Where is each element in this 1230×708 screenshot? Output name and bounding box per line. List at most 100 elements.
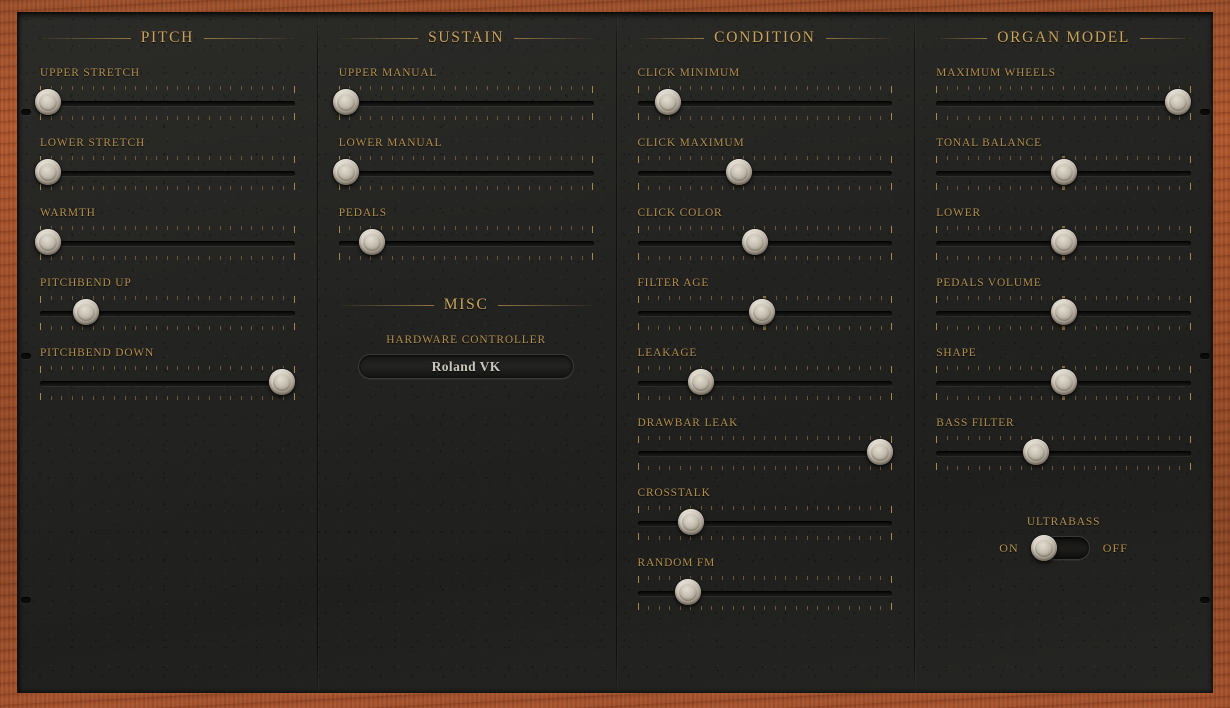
slider-knob[interactable] — [72, 299, 99, 325]
slider-knob[interactable] — [1050, 159, 1077, 185]
slider-control[interactable] — [936, 156, 1191, 190]
slider-control[interactable] — [637, 156, 893, 190]
slider-control[interactable] — [637, 226, 893, 260]
slider-track[interactable] — [637, 171, 893, 176]
tick-mark — [156, 256, 158, 260]
slider-knob[interactable] — [34, 159, 61, 185]
slider-track[interactable] — [637, 521, 893, 526]
slider-control[interactable] — [333, 86, 594, 120]
tick-mark — [946, 116, 948, 120]
slider-knob[interactable] — [749, 299, 776, 325]
slider-knob[interactable] — [34, 229, 61, 255]
slider-knob[interactable] — [655, 89, 682, 115]
slider-track[interactable] — [40, 171, 295, 176]
tick-mark — [40, 323, 41, 330]
tick-mark — [1147, 366, 1149, 370]
tick-mark — [1168, 256, 1170, 260]
slider-track[interactable] — [40, 241, 295, 246]
tick-mark — [412, 86, 414, 90]
tick-mark — [230, 296, 232, 300]
slider-control[interactable] — [338, 226, 594, 260]
tick-mark — [817, 296, 819, 300]
tick-mark — [486, 86, 488, 90]
slider-knob[interactable] — [1022, 439, 1049, 465]
slider-control[interactable] — [936, 366, 1191, 400]
tick-mark — [880, 156, 882, 160]
slider-track[interactable] — [338, 101, 594, 106]
slider-track[interactable] — [40, 381, 295, 386]
tick-mark — [1041, 366, 1043, 370]
tick-mark — [817, 466, 819, 470]
slider-track[interactable] — [338, 171, 594, 176]
slider-control[interactable] — [936, 436, 1191, 470]
tick-mark — [1126, 256, 1128, 260]
slider-control[interactable] — [40, 296, 295, 330]
tick-mark — [891, 296, 893, 303]
tick-mark — [764, 606, 766, 610]
slider-knob[interactable] — [1165, 89, 1192, 115]
tick-mark — [412, 186, 414, 190]
slider-control[interactable] — [40, 366, 295, 400]
ultrabass-group: ULTRABASS ON OFF — [936, 516, 1191, 561]
slider-track[interactable] — [637, 451, 893, 456]
tick-mark — [560, 226, 562, 230]
tick-mark — [1085, 366, 1087, 370]
ultrabass-switch-knob[interactable] — [1030, 535, 1057, 561]
tick-mark — [219, 156, 221, 160]
slider-knob[interactable] — [866, 439, 893, 465]
tick-mark — [209, 296, 210, 300]
slider-knob[interactable] — [358, 229, 385, 255]
slider-control[interactable] — [333, 156, 594, 190]
header-rule-left — [40, 37, 131, 39]
slider-knob[interactable] — [675, 579, 702, 605]
tick-mark — [293, 393, 295, 400]
tick-mark — [113, 156, 115, 160]
slider-control[interactable] — [637, 86, 893, 120]
tick-mark — [412, 116, 414, 120]
slider-knob[interactable] — [1050, 229, 1077, 255]
tick-mark — [592, 226, 594, 233]
slider-row: LOWER MANUAL — [333, 137, 594, 190]
tick-mark — [806, 186, 808, 190]
tick-mark — [1074, 256, 1076, 260]
slider-control[interactable] — [34, 86, 295, 120]
slider-knob[interactable] — [1050, 299, 1077, 325]
slider-knob[interactable] — [269, 369, 295, 395]
slider-tick-rail — [637, 393, 893, 400]
slider-control[interactable] — [637, 506, 893, 540]
slider-control[interactable] — [936, 296, 1191, 330]
tick-mark — [1030, 156, 1032, 160]
ultrabass-switch[interactable] — [1030, 535, 1090, 561]
slider-track[interactable] — [637, 381, 893, 386]
slider-track[interactable] — [40, 101, 295, 106]
slider-knob[interactable] — [34, 89, 61, 115]
slider-knob[interactable] — [333, 89, 360, 115]
tick-mark — [230, 226, 232, 230]
slider-control[interactable] — [637, 366, 893, 400]
slider-knob[interactable] — [726, 159, 753, 185]
slider-knob[interactable] — [677, 509, 704, 535]
slider-knob[interactable] — [688, 369, 715, 395]
slider-knob[interactable] — [741, 229, 768, 255]
tick-mark — [1179, 296, 1181, 300]
slider-track[interactable] — [936, 451, 1191, 456]
hardware-controller-dropdown[interactable]: Roland VK — [358, 354, 575, 379]
slider-control[interactable] — [637, 436, 893, 470]
slider-knob[interactable] — [333, 159, 360, 185]
tick-mark — [936, 436, 938, 443]
slider-row: RANDOM FM — [637, 557, 893, 610]
slider-control[interactable] — [936, 226, 1191, 260]
slider-control[interactable] — [34, 226, 295, 260]
slider-control[interactable] — [936, 86, 1192, 120]
slider-control[interactable] — [637, 576, 893, 610]
tick-mark — [1168, 186, 1170, 190]
tick-mark — [848, 156, 850, 160]
slider-track[interactable] — [936, 101, 1191, 106]
slider-control[interactable] — [637, 296, 893, 330]
slider-tick-rail — [338, 156, 594, 163]
slider-knob[interactable] — [1050, 369, 1077, 395]
tick-mark — [359, 86, 361, 90]
slider-control[interactable] — [34, 156, 295, 190]
header-rule-right — [1140, 37, 1192, 39]
tick-mark — [423, 226, 425, 230]
